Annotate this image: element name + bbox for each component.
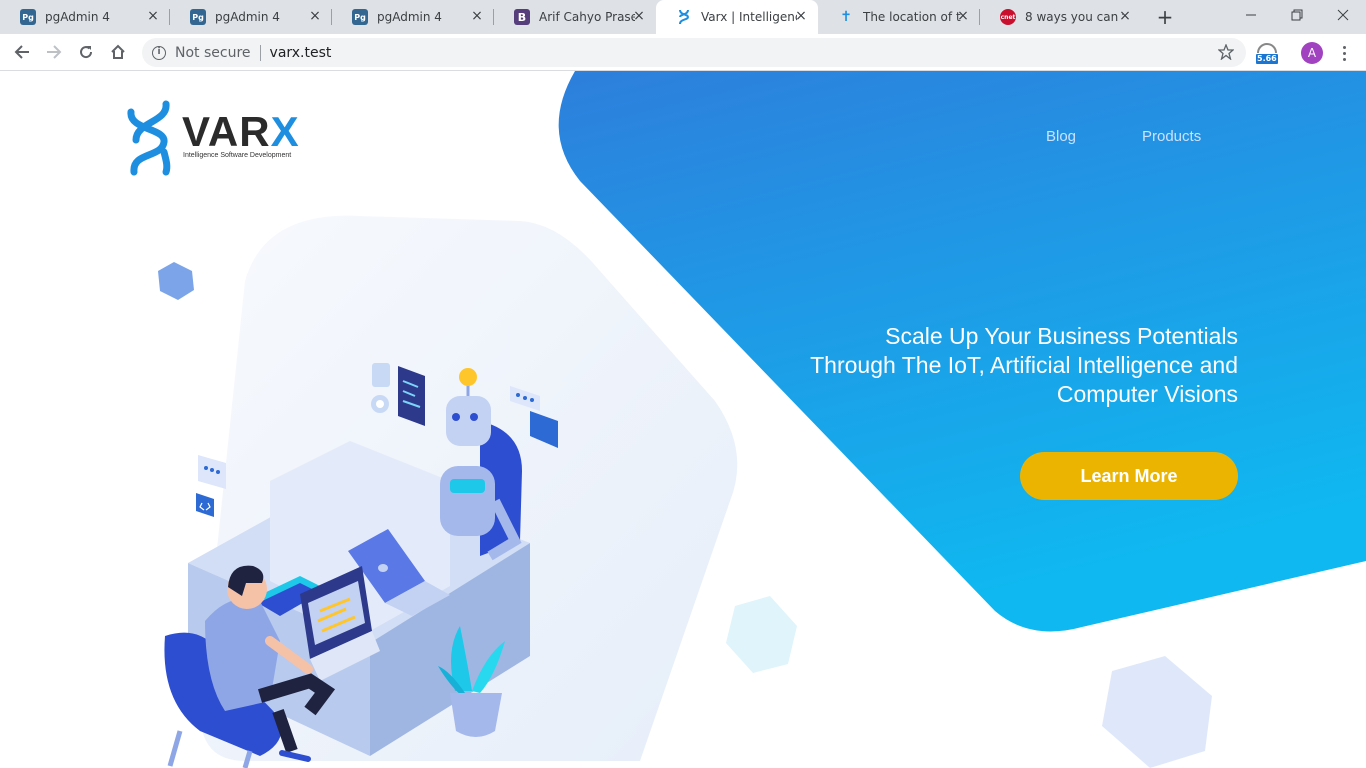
pgadmin-icon: Pg — [352, 9, 368, 25]
settings-panel-icon — [371, 363, 390, 413]
menu-icon[interactable] — [1336, 42, 1352, 64]
hero-heading: Scale Up Your Business Potentials Throug… — [720, 322, 1238, 409]
tab-title: The location of the — [863, 10, 961, 24]
pgadmin-icon: Pg — [20, 9, 36, 25]
tab-title: Varx | Intelligence — [701, 10, 797, 24]
varx-logo-mark-icon — [127, 100, 171, 176]
address-bar[interactable]: i Not secure varx.test — [142, 38, 1246, 67]
tab-strip: Pg pgAdmin 4 × Pg pgAdmin 4 × Pg pgAdmin… — [0, 0, 1366, 34]
tab-varx[interactable]: Varx | Intelligence × — [656, 0, 818, 34]
tab-title: pgAdmin 4 — [377, 10, 442, 24]
logo-wordmark: VARX — [182, 108, 300, 156]
cnet-icon: cnet — [1000, 9, 1016, 25]
logo-tagline: Intelligence Software Development — [183, 152, 292, 159]
new-tab-icon[interactable]: + — [1154, 6, 1176, 28]
minimize-icon[interactable] — [1228, 0, 1274, 30]
close-tab-icon[interactable]: × — [794, 9, 808, 23]
close-tab-icon[interactable]: × — [470, 9, 484, 23]
close-tab-icon[interactable]: × — [632, 9, 646, 23]
restore-icon[interactable] — [1274, 0, 1320, 30]
close-tab-icon[interactable]: × — [1118, 9, 1132, 23]
browser-toolbar: i Not secure varx.test — [0, 34, 1366, 71]
tab-title: 8 ways you can tak — [1025, 10, 1123, 24]
forward-icon[interactable] — [42, 40, 66, 64]
home-icon[interactable] — [106, 40, 130, 64]
tab-location[interactable]: ✝ The location of the × — [818, 0, 980, 34]
tab-title: pgAdmin 4 — [215, 10, 280, 24]
tab-title: pgAdmin 4 — [45, 10, 110, 24]
tab-title: Arif Cahyo Prasety — [539, 10, 635, 24]
bookmark-star-icon[interactable] — [1217, 43, 1235, 64]
info-icon[interactable]: i — [152, 45, 166, 60]
security-label: Not secure — [175, 44, 251, 61]
code-panel-icon — [398, 366, 425, 426]
varx-logo[interactable]: VARX Intelligence Software Development — [126, 100, 316, 178]
cross-icon: ✝ — [840, 9, 852, 25]
logo-text: VAR — [182, 108, 271, 155]
bootstrap-icon: B — [514, 9, 530, 25]
omnibox-divider — [259, 44, 261, 61]
chat-bubble-left-icon — [196, 455, 226, 517]
varx-icon — [676, 9, 692, 25]
tab-pgadmin-3[interactable]: Pg pgAdmin 4 × — [332, 0, 494, 34]
close-tab-icon[interactable]: × — [146, 9, 160, 23]
profile-avatar[interactable]: A — [1301, 42, 1323, 64]
close-tab-icon[interactable]: × — [956, 9, 970, 23]
chat-bubble-icon — [510, 386, 558, 448]
learn-more-button[interactable]: Learn More — [1020, 452, 1238, 500]
nav-blog-link[interactable]: Blog — [1046, 128, 1076, 145]
extension-icon[interactable]: 5.66 — [1255, 42, 1279, 66]
pgadmin-icon: Pg — [190, 9, 206, 25]
close-window-icon[interactable] — [1320, 0, 1366, 30]
office-illustration — [164, 363, 558, 768]
reload-icon[interactable] — [74, 40, 98, 64]
tab-pgadmin-2[interactable]: Pg pgAdmin 4 × — [170, 0, 332, 34]
close-tab-icon[interactable]: × — [308, 9, 322, 23]
hero-line-3: Computer Visions — [1056, 381, 1238, 407]
tab-arif[interactable]: B Arif Cahyo Prasety × — [494, 0, 656, 34]
extension-badge: 5.66 — [1257, 54, 1277, 63]
tab-cnet[interactable]: cnet 8 ways you can tak × — [980, 0, 1142, 34]
hero-line-2: Through The IoT, Artificial Intelligence… — [810, 352, 1238, 378]
back-icon[interactable] — [10, 40, 34, 64]
web-page: VARX Intelligence Software Development B… — [0, 71, 1366, 768]
hero-line-1: Scale Up Your Business Potentials — [885, 323, 1238, 349]
url-text[interactable]: varx.test — [270, 45, 332, 61]
nav-products-link[interactable]: Products — [1142, 128, 1201, 145]
logo-text-accent: X — [270, 108, 300, 155]
tab-pgadmin-1[interactable]: Pg pgAdmin 4 × — [0, 0, 170, 34]
